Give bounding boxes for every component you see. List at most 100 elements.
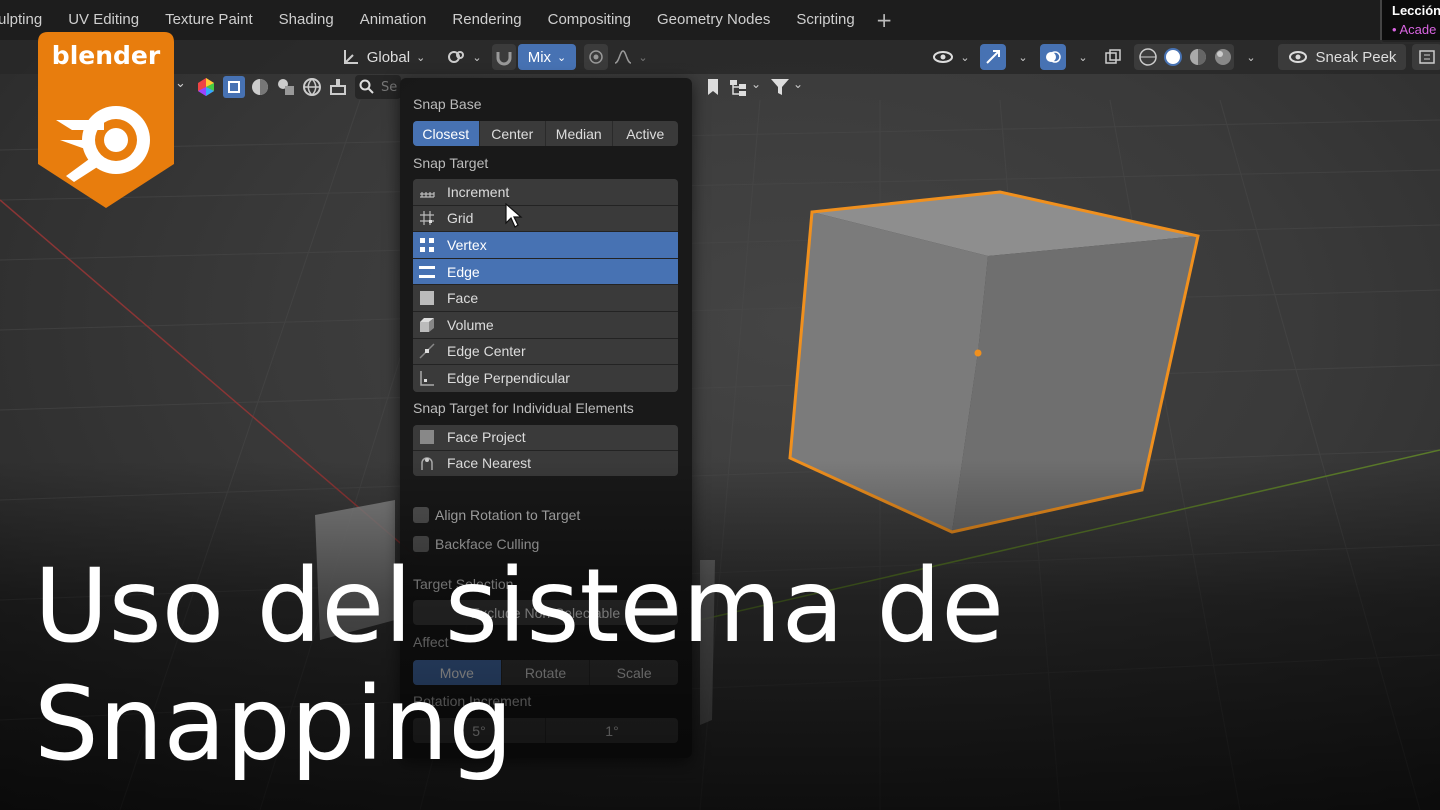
tab-scripting[interactable]: Scripting xyxy=(783,0,867,40)
world-icon[interactable] xyxy=(301,76,323,98)
edge-icon xyxy=(419,265,435,278)
snap-base-selector: Closest Center Median Active xyxy=(413,121,678,146)
edge-perpendicular-icon xyxy=(420,371,434,387)
search-placeholder: Se xyxy=(381,79,398,95)
chevron-down-icon[interactable]: ⌄ xyxy=(751,77,761,91)
chevron-down-icon: ⌄ xyxy=(1078,51,1088,64)
snap-target-edge-center[interactable]: Edge Center xyxy=(413,338,678,366)
snap-target-volume[interactable]: Volume xyxy=(413,311,678,339)
pivot-icon xyxy=(448,51,465,63)
falloff-curve-icon xyxy=(615,50,632,64)
align-rotation-option[interactable]: Align Rotation to Target xyxy=(413,505,580,525)
snap-target-label: Edge Center xyxy=(447,343,526,360)
chevron-down-icon: ⌄ xyxy=(416,51,426,64)
snap-target-face-nearest[interactable]: Face Nearest xyxy=(413,450,678,476)
snap-target-edge[interactable]: Edge xyxy=(413,258,678,286)
snap-target-label: Face Project xyxy=(447,429,526,446)
individual-target-list: Face Project Face Nearest xyxy=(413,425,678,476)
search-icon xyxy=(359,79,374,94)
snap-base-label: Snap Base xyxy=(413,96,482,112)
snap-target-vertex[interactable]: Vertex xyxy=(413,232,678,259)
chevron-down-icon: ⌄ xyxy=(1246,51,1256,64)
align-rotation-checkbox[interactable] xyxy=(413,507,429,523)
filter-icon[interactable] xyxy=(769,76,791,98)
snap-mode-dropdown[interactable]: Mix ⌄ xyxy=(518,44,576,70)
chevron-down-icon[interactable]: ⌄ xyxy=(793,77,803,91)
chevron-down-icon: ⌄ xyxy=(472,51,482,64)
tab-shading[interactable]: Shading xyxy=(266,0,347,40)
edge-center-icon xyxy=(419,343,435,359)
eye-icon xyxy=(933,51,954,63)
hierarchy-icon[interactable] xyxy=(727,76,749,98)
shading-mode-group xyxy=(1134,44,1234,70)
tab-animation[interactable]: Animation xyxy=(347,0,440,40)
shapes-icon[interactable] xyxy=(275,76,297,98)
snap-target-label: Face xyxy=(447,290,479,307)
overlays-dropdown[interactable]: ⌄ xyxy=(1068,44,1092,70)
tab-compositing[interactable]: Compositing xyxy=(535,0,644,40)
align-rotation-label: Align Rotation to Target xyxy=(435,507,581,523)
orientation-icon xyxy=(343,50,358,64)
face-icon xyxy=(420,291,434,306)
title-line-2: Snapping xyxy=(34,665,514,784)
gizmo-toggle[interactable] xyxy=(980,44,1006,70)
chevron-down-icon: ⌄ xyxy=(960,51,970,64)
individual-elements-label: Snap Target for Individual Elements xyxy=(413,400,634,416)
snap-target-label: Snap Target xyxy=(413,155,489,171)
increment-icon xyxy=(420,191,435,198)
face-project-icon xyxy=(420,430,434,445)
lesson-badge: Lección • Acade xyxy=(1380,0,1440,44)
select-mode-icon[interactable] xyxy=(223,76,245,98)
snap-target-increment[interactable]: Increment xyxy=(413,179,678,206)
overlays-toggle[interactable] xyxy=(1040,44,1066,70)
gizmo-icon xyxy=(986,50,1000,64)
shading-icons xyxy=(1139,48,1231,66)
shading-dropdown[interactable]: ⌄ xyxy=(1236,44,1260,70)
snap-target-edge-perpendicular[interactable]: Edge Perpendicular xyxy=(413,365,678,392)
visibility-dropdown[interactable]: ⌄ xyxy=(930,44,972,70)
tab-geometry-nodes[interactable]: Geometry Nodes xyxy=(644,0,783,40)
sneak-peek-button[interactable]: Sneak Peek xyxy=(1278,44,1406,70)
paint-icon[interactable] xyxy=(327,76,349,98)
lesson-label: Lección xyxy=(1392,3,1440,18)
add-workspace-button[interactable]: + xyxy=(868,8,901,32)
chevron-down-icon: ⌄ xyxy=(638,51,648,64)
snap-target-label: Vertex xyxy=(447,236,487,253)
snap-base-median[interactable]: Median xyxy=(546,121,613,146)
render-sphere-icon[interactable] xyxy=(249,76,271,98)
snap-target-label: Volume xyxy=(447,316,494,333)
volume-icon xyxy=(420,317,434,332)
mouse-cursor-icon xyxy=(505,203,523,228)
snap-target-face[interactable]: Face xyxy=(413,285,678,312)
transform-orientation-dropdown[interactable]: Global ⌄ xyxy=(332,44,434,70)
snap-base-closest[interactable]: Closest xyxy=(413,121,480,146)
overlays-icon xyxy=(1046,51,1061,63)
bookmark-icon[interactable] xyxy=(702,76,724,98)
sidebar-toggle[interactable] xyxy=(1412,44,1440,70)
snap-mode-label: Mix xyxy=(527,48,552,66)
viewport-header: Global ⌄ ⌄ Mix ⌄ ⌄ ⌄ ⌄ ⌄ ⌄ Sneak Peek xyxy=(0,40,1440,74)
snap-toggle[interactable] xyxy=(492,44,516,70)
search-input[interactable]: Se xyxy=(355,75,401,99)
proportional-edit-toggle[interactable] xyxy=(584,44,608,70)
title-line-1: Uso del sistema de xyxy=(34,547,1005,666)
color-sphere-icon[interactable] xyxy=(195,76,217,98)
blender-logo: blender xyxy=(38,32,174,208)
snap-target-list: Increment Grid Vertex Edge Face Volume E… xyxy=(413,179,678,392)
gizmo-dropdown[interactable]: ⌄ xyxy=(1008,44,1032,70)
snap-base-active[interactable]: Active xyxy=(613,121,679,146)
snap-target-face-project[interactable]: Face Project xyxy=(413,425,678,451)
chevron-down-icon[interactable]: ⌄ xyxy=(175,76,186,91)
snap-base-center[interactable]: Center xyxy=(480,121,546,146)
sneak-peek-label: Sneak Peek xyxy=(1315,48,1397,66)
falloff-dropdown[interactable]: ⌄ xyxy=(612,44,650,70)
grid-icon xyxy=(420,211,434,226)
lesson-academy: • Acade xyxy=(1392,22,1437,37)
xray-toggle[interactable] xyxy=(1100,44,1126,70)
chevron-down-icon: ⌄ xyxy=(557,51,567,64)
tab-rendering[interactable]: Rendering xyxy=(439,0,534,40)
snap-target-label: Edge xyxy=(447,263,480,280)
pivot-point-dropdown[interactable]: ⌄ xyxy=(444,44,484,70)
snap-target-grid[interactable]: Grid xyxy=(413,205,678,233)
cube-origin xyxy=(974,349,982,357)
